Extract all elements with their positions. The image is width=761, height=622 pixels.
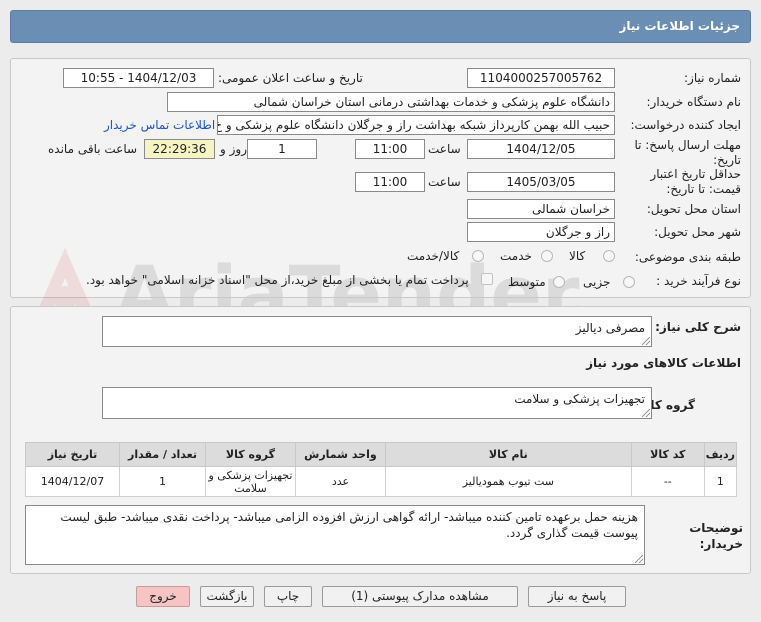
- general-desc-text: مصرفی دیالیز: [575, 321, 645, 335]
- process-option-medium: متوسط: [508, 275, 546, 289]
- cell-code: --: [630, 466, 705, 497]
- resize-handle[interactable]: [642, 337, 650, 345]
- reply-time-field: 11:00: [355, 139, 425, 159]
- province-label: استان محل تحویل:: [646, 202, 741, 216]
- col-group-header: گروه کالا: [204, 442, 296, 467]
- back-button[interactable]: بازگشت: [200, 586, 254, 607]
- remaining-time-field: 22:29:36: [144, 139, 215, 159]
- cell-row: 1: [703, 466, 738, 497]
- process-radio-minor[interactable]: [623, 276, 635, 288]
- category-radio-both[interactable]: [472, 250, 484, 262]
- announce-field: 1404/12/03 - 10:55: [63, 68, 214, 88]
- cell-group: تجهیزات پزشکی و سلامت: [204, 466, 296, 497]
- buyer-contact-link[interactable]: اطلاعات تماس خریدار: [104, 118, 215, 132]
- col-qty-header: تعداد / مقدار: [119, 442, 206, 467]
- cell-name: ست تیوب همودیالیز: [384, 466, 632, 497]
- items-table: ردیف کد کالا نام کالا واحد شمارش گروه کا…: [24, 442, 738, 497]
- buyer-notes-text: هزینه حمل برعهده تامین کننده میباشد- ارا…: [60, 510, 638, 540]
- reply-deadline-label: مهلت ارسال پاسخ: تا تاریخ:: [634, 138, 741, 167]
- category-radio-goods[interactable]: [603, 250, 615, 262]
- exit-button[interactable]: خروج: [136, 586, 190, 607]
- col-row-header: ردیف: [703, 442, 738, 467]
- city-label: شهر محل تحویل:: [654, 225, 741, 239]
- need-number-field: 1104000257005762: [467, 68, 615, 88]
- page-header: جزئیات اطلاعات نیاز: [10, 10, 751, 43]
- cell-unit: عدد: [294, 466, 386, 497]
- print-button[interactable]: چاپ: [264, 586, 312, 607]
- price-time-label: ساعت: [428, 175, 461, 189]
- cell-date: 1404/12/07: [24, 466, 121, 497]
- price-time-field: 11:00: [355, 172, 425, 192]
- buyer-field: دانشگاه علوم پزشکی و خدمات بهداشتی درمان…: [167, 92, 615, 112]
- table-header-row: ردیف کد کالا نام کالا واحد شمارش گروه کا…: [24, 442, 738, 467]
- col-unit-header: واحد شمارش: [294, 442, 386, 467]
- page-title: جزئیات اطلاعات نیاز: [619, 19, 740, 33]
- goods-group-text: تجهیزات پزشکی و سلامت: [514, 392, 645, 406]
- category-option-service: خدمت: [500, 249, 532, 263]
- col-date-header: تاریخ نیاز: [24, 442, 121, 467]
- payment-note: پرداخت تمام یا بخشی از مبلغ خرید،از محل …: [86, 273, 469, 287]
- category-radio-service[interactable]: [541, 250, 553, 262]
- category-option-goods: کالا: [569, 249, 586, 263]
- buyer-label: نام دستگاه خریدار:: [646, 95, 742, 109]
- need-number-label: شماره نیاز:: [684, 71, 741, 85]
- buyer-notes-label: توضیحات خریدار:: [689, 521, 743, 551]
- resize-handle[interactable]: [635, 555, 643, 563]
- process-radio-medium[interactable]: [553, 276, 565, 288]
- general-desc-field: مصرفی دیالیز: [102, 316, 652, 347]
- table-row[interactable]: 1 -- ست تیوب همودیالیز عدد تجهیزات پزشکی…: [24, 466, 738, 497]
- creator-label: ایجاد کننده درخواست:: [630, 118, 741, 132]
- category-label: طبقه بندی موضوعی:: [634, 250, 741, 264]
- category-option-both: کالا/خدمت: [407, 249, 460, 263]
- remaining-time-label: ساعت باقی مانده: [48, 142, 138, 156]
- general-desc-label: شرح کلی نیاز:: [655, 320, 741, 334]
- cell-qty: 1: [119, 466, 206, 497]
- reply-button[interactable]: پاسخ به نیاز: [528, 586, 626, 607]
- process-label: نوع فرآیند خرید :: [656, 274, 741, 288]
- resize-handle[interactable]: [642, 409, 650, 417]
- process-option-minor: جزیی: [583, 275, 611, 289]
- col-name-header: نام کالا: [384, 442, 632, 467]
- price-date-field: 1405/03/05: [467, 172, 615, 192]
- days-label: روز و: [220, 142, 247, 156]
- col-code-header: کد کالا: [630, 442, 705, 467]
- goods-info-heading: اطلاعات کالاهای مورد نیاز: [586, 356, 741, 370]
- buyer-notes-field: هزینه حمل برعهده تامین کننده میباشد- ارا…: [25, 505, 645, 565]
- reply-time-label: ساعت: [428, 142, 461, 156]
- announce-label: تاریخ و ساعت اعلان عمومی:: [218, 71, 363, 85]
- price-validity-label: حداقل تاریخ اعتبار قیمت: تا تاریخ:: [650, 167, 741, 196]
- view-attachments-button[interactable]: مشاهده مدارک پیوستی (1): [322, 586, 518, 607]
- reply-date-field: 1404/12/05: [467, 139, 615, 159]
- treasury-checkbox[interactable]: [481, 273, 493, 285]
- goods-group-field: تجهیزات پزشکی و سلامت: [102, 387, 652, 419]
- province-field: خراسان شمالی: [467, 199, 615, 219]
- days-remaining-field: 1: [247, 139, 317, 159]
- city-field: راز و جرگلان: [467, 222, 615, 242]
- creator-field: حبیب الله بهمن کارپرداز شبکه بهداشت راز …: [217, 115, 615, 135]
